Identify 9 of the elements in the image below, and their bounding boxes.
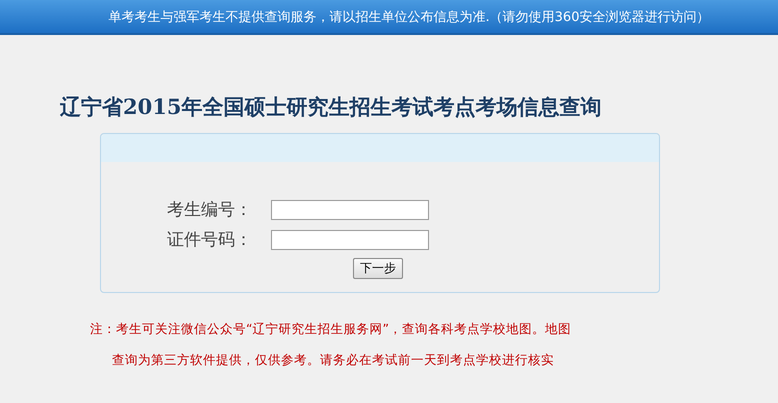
input-field[interactable] [271,200,429,220]
notice-bar: 单考考生与强军考生不提供查询服务，请以招生单位公布信息为准.（请勿使用360安全浏览器进行访问） [0,0,778,35]
field-label: 考生编号： [167,199,253,221]
page-title: 辽宁省2015年全国硕士研究生招生考试考点考场信息查询 [60,93,602,121]
next-button[interactable]: 下一步 [353,258,403,279]
field-label: 证件号码： [167,229,253,251]
note-text: 查询为第三方软件提供，仅供参考。请务必在考试前一天到考点学校进行核实 [111,352,555,369]
note-text: 注：考生可关注微信公众号“辽宁研究生招生服务网”，查询各科考点学校地图。地图 [90,321,572,338]
input-field[interactable] [271,230,429,250]
